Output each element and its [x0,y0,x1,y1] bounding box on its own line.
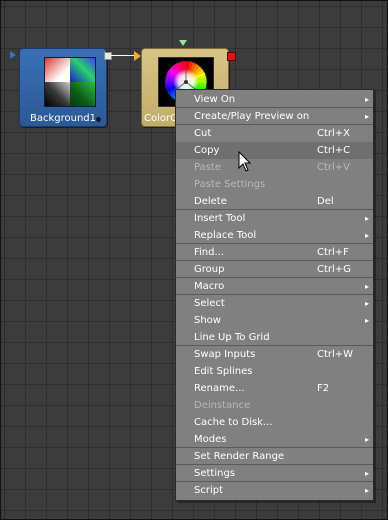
menu-item-group[interactable]: Group Ctrl+G [176,261,373,278]
menu-item-modes[interactable]: Modes ▸ [176,431,373,448]
menu-item-delete[interactable]: Delete Del [176,193,373,210]
menu-item-shortcut: Ctrl+G [317,264,351,275]
menu-item-set-render-range[interactable]: Set Render Range [176,448,373,465]
background-input-port[interactable] [10,51,16,59]
menu-item-line-up-to-grid[interactable]: Line Up To Grid [176,329,373,346]
submenu-arrow-icon: ▸ [364,214,369,223]
thumb-quadrant-green [70,82,95,106]
menu-item-label: Copy [194,145,220,156]
submenu-arrow-icon: ▸ [364,469,369,478]
menu-item-insert-tool[interactable]: Insert Tool ▸ [176,210,373,227]
background-output-port[interactable] [104,52,112,60]
submenu-arrow-icon: ▸ [364,435,369,444]
menu-item-label: Rename... [194,383,245,394]
connection-line[interactable] [111,55,135,56]
submenu-arrow-icon: ▸ [364,95,369,104]
menu-item-rename[interactable]: Rename... F2 [176,380,373,397]
thumb-quadrant-blue [70,58,95,82]
thumb-quadrant-red [45,58,70,82]
menu-item-label: Cache to Disk... [194,417,273,428]
menu-item-label: Delete [194,196,227,207]
menu-item-deinstance[interactable]: Deinstance [176,397,373,414]
menu-item-label: Swap Inputs [194,349,256,360]
colorcorrector-input-port[interactable] [134,51,141,61]
menu-item-label: Edit Splines [194,366,253,377]
menu-item-label: Line Up To Grid [194,332,270,343]
mouse-cursor-icon [238,151,252,172]
menu-item-label: Settings [194,468,236,479]
menu-item-label: Group [194,264,225,275]
menu-item-select[interactable]: Select ▸ [176,295,373,312]
menu-item-settings[interactable]: Settings ▸ [176,465,373,482]
menu-item-label: Replace Tool [194,230,257,241]
menu-item-script[interactable]: Script ▸ [176,482,373,499]
menu-item-create-play-preview-on[interactable]: Create/Play Preview on ▸ [176,108,373,125]
menu-item-shortcut: F2 [317,383,330,394]
flow-editor-canvas[interactable]: Background1 ColorCo View On ▸ Create/Pla… [0,0,388,520]
menu-item-view-on[interactable]: View On ▸ [176,91,373,108]
context-menu: View On ▸ Create/Play Preview on ▸ Cut Ctrl+X… [175,89,374,501]
menu-item-label: Modes [194,434,227,445]
menu-item-swap-inputs[interactable]: Swap Inputs Ctrl+W [176,346,373,363]
background-thumbnail [44,57,96,107]
menu-item-paste-settings[interactable]: Paste Settings [176,176,373,193]
menu-item-label: Paste [194,162,221,173]
colorcorrector-output-port[interactable] [227,52,236,61]
menu-item-label: Macro [194,281,225,292]
menu-item-label: Paste Settings [194,179,266,190]
submenu-arrow-icon: ▸ [364,316,369,325]
menu-item-label: Select [194,298,225,309]
menu-item-paste[interactable]: Paste Ctrl+V [176,159,373,176]
menu-item-label: Show [194,315,221,326]
submenu-arrow-icon: ▸ [364,299,369,308]
submenu-arrow-icon: ▸ [364,282,369,291]
menu-item-label: Create/Play Preview on [194,111,310,122]
menu-item-shortcut: Ctrl+C [317,145,351,156]
menu-item-label: Deinstance [194,400,251,411]
menu-item-copy[interactable]: Copy Ctrl+C [176,142,373,159]
background-node-label: Background1 [29,113,97,124]
menu-item-edit-splines[interactable]: Edit Splines [176,363,373,380]
menu-item-show[interactable]: Show ▸ [176,312,373,329]
menu-item-shortcut: Ctrl+V [317,162,351,173]
menu-item-cut[interactable]: Cut Ctrl+X [176,125,373,142]
background-tool-node[interactable]: Background1 [19,48,107,127]
menu-item-shortcut: Ctrl+F [317,247,349,258]
menu-item-shortcut: Ctrl+W [317,349,354,360]
submenu-arrow-icon: ▸ [364,112,369,121]
menu-item-label: Set Render Range [194,451,285,462]
menu-item-find[interactable]: Find... Ctrl+F [176,244,373,261]
menu-item-replace-tool[interactable]: Replace Tool ▸ [176,227,373,244]
menu-item-shortcut: Del [317,196,334,207]
menu-item-label: Cut [194,128,212,139]
submenu-arrow-icon: ▸ [364,486,369,495]
background-node-indicator [96,117,101,122]
menu-item-label: Insert Tool [194,213,246,224]
menu-item-label: Script [194,485,224,496]
menu-item-shortcut: Ctrl+X [317,128,351,139]
menu-item-label: View On [194,94,236,105]
menu-item-label: Find... [194,247,225,258]
submenu-arrow-icon: ▸ [364,231,369,240]
thumb-quadrant-gray [45,82,70,106]
colorcorrector-mask-input-port[interactable] [179,40,187,46]
menu-item-macro[interactable]: Macro ▸ [176,278,373,295]
menu-item-cache-to-disk[interactable]: Cache to Disk... [176,414,373,431]
